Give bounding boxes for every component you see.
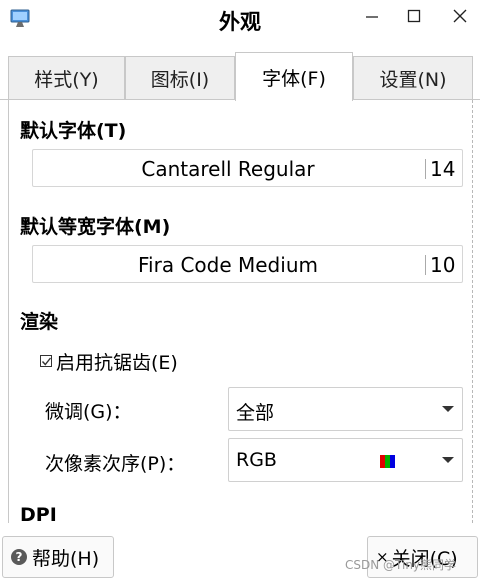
rendering-heading: 渲染	[20, 311, 59, 333]
hinting-value: 全部	[236, 402, 275, 424]
mono-font-heading: 默认等宽字体(M)	[20, 216, 171, 238]
antialias-checkbox-row[interactable]: 启用抗锯齿(E)	[40, 347, 178, 375]
font-size-separator	[425, 255, 426, 275]
minimize-button[interactable]	[357, 4, 387, 28]
help-label: 帮助(H)	[32, 547, 100, 570]
hinting-select[interactable]: 全部	[228, 387, 463, 431]
hinting-label: 微调(G)：	[45, 401, 132, 423]
maximize-button[interactable]	[399, 4, 429, 28]
rgb-icon	[380, 455, 395, 468]
default-font-size: 14	[430, 157, 456, 181]
help-icon: ?	[11, 549, 27, 565]
tab-style[interactable]: 样式(Y)	[8, 56, 125, 100]
close-icon	[453, 9, 467, 23]
mono-font-name: Fira Code Medium	[138, 253, 318, 277]
font-size-separator	[425, 159, 426, 179]
subpixel-select[interactable]: RGB	[228, 438, 463, 482]
tab-icons[interactable]: 图标(I)	[125, 56, 235, 100]
subpixel-label: 次像素次序(P)：	[45, 453, 186, 475]
tab-settings[interactable]: 设置(N)	[353, 56, 473, 100]
default-font-name: Cantarell Regular	[141, 157, 315, 181]
title-bar: 外观	[0, 0, 480, 40]
default-font-button[interactable]: Cantarell Regular 14	[32, 149, 463, 187]
tab-fonts[interactable]: 字体(F)	[235, 52, 353, 101]
antialias-label: 启用抗锯齿(E)	[56, 351, 178, 374]
tab-bar: 样式(Y) 图标(I) 字体(F) 设置(N)	[0, 52, 480, 101]
minimize-icon	[365, 9, 379, 23]
mono-font-button[interactable]: Fira Code Medium 10	[32, 245, 463, 283]
help-button[interactable]: ? 帮助(H)	[2, 536, 114, 578]
default-font-heading: 默认字体(T)	[20, 120, 127, 142]
dropdown-arrow-icon	[442, 406, 454, 412]
subpixel-value: RGB	[236, 449, 277, 471]
mono-font-size: 10	[430, 253, 456, 277]
maximize-icon	[407, 9, 421, 23]
dropdown-arrow-icon	[442, 457, 454, 463]
dpi-heading: DPI	[20, 504, 57, 526]
close-window-button[interactable]	[445, 4, 475, 28]
watermark: CSDN @Tiny熊同学	[345, 558, 457, 572]
antialias-checkbox[interactable]	[40, 355, 52, 367]
